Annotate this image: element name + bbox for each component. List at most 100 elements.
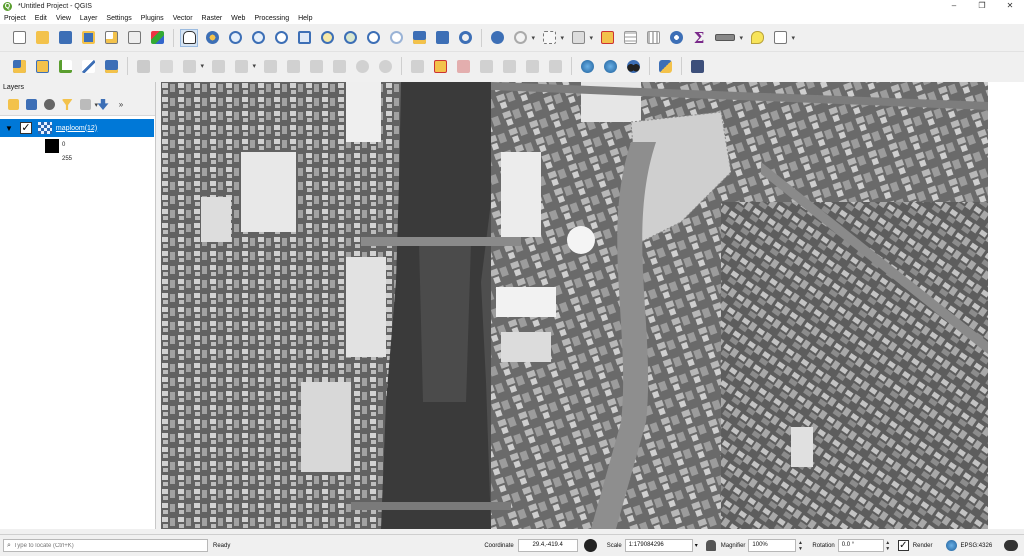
add-feature-icon[interactable] bbox=[209, 57, 227, 75]
menu-layer[interactable]: Layer bbox=[80, 15, 98, 22]
zoom-selection-icon[interactable] bbox=[318, 29, 336, 47]
maximize-button[interactable]: ❐ bbox=[968, 0, 996, 12]
messages-icon[interactable] bbox=[1004, 540, 1019, 551]
menu-edit[interactable]: Edit bbox=[35, 15, 47, 22]
more-options-icon[interactable]: » bbox=[114, 98, 128, 112]
pan-to-selection-icon[interactable] bbox=[203, 29, 221, 47]
deselect-icon[interactable] bbox=[540, 29, 564, 47]
select-features-icon[interactable] bbox=[511, 29, 535, 47]
toolbox-icon[interactable] bbox=[598, 29, 616, 47]
zoom-in-icon[interactable] bbox=[226, 29, 244, 47]
attribute-form-icon[interactable] bbox=[621, 29, 639, 47]
map-tips-icon[interactable] bbox=[748, 29, 766, 47]
layout-manager-icon[interactable] bbox=[125, 29, 143, 47]
pan-icon[interactable] bbox=[180, 28, 198, 47]
menu-settings[interactable]: Settings bbox=[106, 15, 131, 22]
minimize-button[interactable]: – bbox=[940, 0, 968, 12]
expand-all-icon[interactable] bbox=[96, 98, 110, 112]
save-edits-icon[interactable] bbox=[180, 57, 204, 75]
layer-visibility-checkbox[interactable]: ✓ bbox=[19, 122, 32, 134]
add-spatialite-icon[interactable] bbox=[79, 57, 97, 75]
menu-processing[interactable]: Processing bbox=[254, 15, 289, 22]
toggle-extents-icon[interactable] bbox=[583, 539, 597, 552]
label-tool-icon[interactable] bbox=[408, 57, 426, 75]
new-temporary-layer-icon[interactable] bbox=[102, 57, 120, 75]
render-checkbox[interactable]: ✓ bbox=[897, 540, 909, 551]
zoom-native-icon[interactable] bbox=[272, 29, 290, 47]
crs-label[interactable]: EPSG:4326 bbox=[960, 543, 992, 549]
move-label-icon[interactable] bbox=[500, 57, 518, 75]
globe-settings-icon[interactable] bbox=[601, 57, 619, 75]
save-as-icon[interactable] bbox=[79, 29, 97, 47]
save-project-icon[interactable] bbox=[56, 29, 74, 47]
crs-globe-icon[interactable] bbox=[946, 540, 958, 551]
scale-field[interactable]: 1:179084296 bbox=[624, 539, 693, 552]
filter-legend-icon[interactable] bbox=[60, 98, 74, 112]
menu-raster[interactable]: Raster bbox=[202, 15, 223, 22]
new-shapefile-layer-icon[interactable] bbox=[56, 57, 74, 75]
toggle-editing-icon[interactable] bbox=[157, 57, 175, 75]
rotation-field[interactable]: 0.0 ° bbox=[837, 539, 884, 552]
menu-project[interactable]: Project bbox=[4, 15, 26, 22]
coordinate-field[interactable]: 29.4,-419.4 bbox=[517, 539, 578, 552]
globe-icon[interactable] bbox=[578, 57, 596, 75]
undo-icon[interactable] bbox=[353, 57, 371, 75]
pin-label-icon[interactable] bbox=[454, 57, 472, 75]
python-icon[interactable] bbox=[656, 57, 674, 75]
show-hide-label-icon[interactable] bbox=[477, 57, 495, 75]
layer-name[interactable]: maploom(12) bbox=[56, 125, 97, 132]
help-icon[interactable] bbox=[688, 57, 706, 75]
zoom-full-icon[interactable] bbox=[295, 29, 313, 47]
menu-plugins[interactable]: Plugins bbox=[141, 15, 164, 22]
menu-vector[interactable]: Vector bbox=[173, 15, 193, 22]
add-group-icon[interactable] bbox=[24, 98, 38, 112]
statistics-icon[interactable]: Σ bbox=[690, 29, 708, 47]
text-annotation-icon[interactable] bbox=[771, 29, 795, 47]
style-manager-icon[interactable] bbox=[148, 29, 166, 47]
identify-icon[interactable] bbox=[488, 29, 506, 47]
menu-web[interactable]: Web bbox=[231, 15, 245, 22]
open-layer-styling-icon[interactable] bbox=[6, 98, 20, 112]
magnifier-field[interactable]: 100% bbox=[748, 539, 797, 552]
open-project-icon[interactable] bbox=[33, 29, 51, 47]
open-attribute-table-icon[interactable] bbox=[569, 29, 593, 47]
new-print-layout-icon[interactable] bbox=[102, 29, 120, 47]
data-source-manager-icon[interactable] bbox=[10, 57, 28, 75]
gear-icon[interactable] bbox=[667, 29, 685, 47]
locator-input[interactable] bbox=[13, 542, 194, 549]
magnifier-spinner[interactable]: ▲ ▼ bbox=[796, 539, 804, 552]
menu-view[interactable]: View bbox=[56, 15, 71, 22]
menu-help[interactable]: Help bbox=[298, 15, 312, 22]
collapse-arrow-icon[interactable]: ▼ bbox=[5, 124, 13, 133]
lock-scale-icon[interactable] bbox=[705, 540, 716, 551]
redo-icon[interactable] bbox=[376, 57, 394, 75]
map-canvas[interactable] bbox=[161, 82, 988, 529]
measure-icon[interactable] bbox=[713, 29, 743, 47]
field-calculator-icon[interactable] bbox=[644, 29, 662, 47]
zoom-last-icon[interactable] bbox=[364, 29, 382, 47]
locator-bar[interactable]: ⌕ bbox=[3, 539, 208, 552]
zoom-next-icon[interactable] bbox=[387, 29, 405, 47]
scale-dropdown-icon[interactable]: ▾ bbox=[695, 542, 698, 549]
zoom-out-icon[interactable] bbox=[249, 29, 267, 47]
paste-features-icon[interactable] bbox=[330, 57, 348, 75]
cut-features-icon[interactable] bbox=[284, 57, 302, 75]
rotation-spinner[interactable]: ▲ ▼ bbox=[884, 539, 892, 552]
close-button[interactable]: ✕ bbox=[996, 0, 1024, 12]
zoom-layer-icon[interactable] bbox=[341, 29, 359, 47]
digitize-icon[interactable] bbox=[134, 57, 152, 75]
copy-features-icon[interactable] bbox=[307, 57, 325, 75]
delete-selected-icon[interactable] bbox=[261, 57, 279, 75]
new-geopackage-layer-icon[interactable] bbox=[33, 57, 51, 75]
change-label-icon[interactable] bbox=[546, 57, 564, 75]
filter-expression-icon[interactable] bbox=[78, 98, 98, 112]
rotate-label-icon[interactable] bbox=[523, 57, 541, 75]
vertex-tool-icon[interactable] bbox=[232, 57, 256, 75]
binoculars-icon[interactable] bbox=[624, 57, 642, 75]
show-bookmarks-icon[interactable] bbox=[433, 29, 451, 47]
new-bookmark-icon[interactable] bbox=[410, 29, 428, 47]
new-project-icon[interactable] bbox=[10, 29, 28, 47]
refresh-icon[interactable] bbox=[456, 29, 474, 47]
manage-visibility-icon[interactable] bbox=[42, 98, 56, 112]
highlight-label-icon[interactable] bbox=[431, 57, 449, 75]
